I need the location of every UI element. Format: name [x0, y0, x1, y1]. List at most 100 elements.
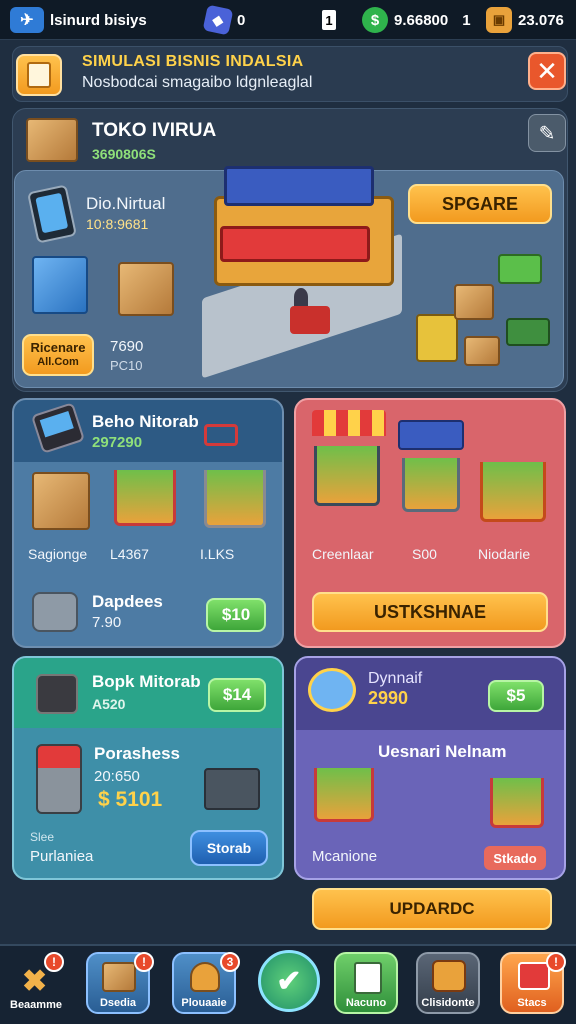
coins-value: 23.076: [518, 11, 564, 29]
cash-register-icon: [36, 744, 82, 814]
nav-item-confirm[interactable]: ✔: [258, 950, 320, 1012]
shop-boxes-icon: [26, 118, 78, 162]
dynamic-value: 2990: [368, 688, 409, 708]
bake-cart-red-icon: [114, 470, 176, 526]
gears-icon: [308, 668, 356, 712]
coins-counter[interactable]: ▣ 23.076: [486, 6, 564, 34]
market-cart-orange-icon: [480, 462, 546, 522]
blue-awning-icon: [398, 420, 464, 450]
cash-level: 1: [462, 11, 471, 29]
dynamic-subtitle: Uesnari Nelnam: [378, 742, 507, 761]
page-subtitle: Nosbodcai smagaibo ldgnleaglal: [82, 74, 313, 91]
plane-icon: ✈: [10, 7, 44, 33]
gems-value: 0: [237, 11, 246, 29]
box-icon: [102, 962, 136, 992]
printer-icon: [36, 674, 78, 714]
cash-value: 9.66800: [394, 11, 449, 29]
dynamic-price-button[interactable]: $5: [488, 680, 544, 712]
market-label-c: Niodarie: [478, 546, 531, 562]
book-item-value: 20:650: [94, 768, 140, 785]
bake-price-label: $10: [221, 605, 251, 624]
dynamic-tag[interactable]: Stkado: [484, 846, 546, 870]
market-label-a: Creenlaar: [312, 546, 374, 562]
bake-price-button[interactable]: $10: [206, 598, 266, 632]
book-item-price: $ 5101: [98, 788, 163, 811]
nav-label-1: Dsedia: [99, 997, 137, 1009]
cardboard-box-icon: [118, 262, 174, 316]
bake-label-a: Sagionge: [28, 546, 88, 562]
gems-counter[interactable]: ◆ 0: [202, 4, 246, 36]
nav-label-6: Stacs: [517, 997, 547, 1009]
shop-name: TOKO IVIRUA: [92, 120, 217, 141]
dynamic-cart-left-icon: [314, 768, 374, 822]
coin-chest-icon: ▣: [486, 7, 512, 33]
blue-crate-icon: [32, 256, 88, 314]
market-action-button[interactable]: USTKSHNAE: [312, 592, 548, 632]
nav-badge-1: !: [134, 952, 154, 972]
app-name-group: ✈ lsinurd bisiys: [10, 6, 147, 34]
nav-label-5: Clisidonte: [421, 997, 475, 1009]
market-cart-blue-icon: [402, 458, 460, 512]
bake-cart-food-icon: [204, 470, 266, 528]
awning-icon: [312, 410, 386, 436]
bake-item-title: Dapdees: [92, 592, 163, 611]
cash-icon: $: [362, 7, 388, 33]
safe-icon: [32, 592, 78, 632]
camera-icon: [432, 960, 466, 992]
close-button[interactable]: ✕: [528, 52, 566, 90]
level-indicator: 1: [322, 6, 336, 34]
book-action-button[interactable]: Storab: [190, 830, 268, 866]
rename-button[interactable]: Ricenare All.Com: [22, 334, 94, 376]
shop-icon: [518, 962, 550, 990]
report-icon: [354, 962, 382, 994]
book-action-label: Storab: [206, 840, 252, 856]
book-value: A520: [92, 696, 126, 712]
wrench-icon: ✎: [538, 122, 556, 145]
rename-label: Ricenare: [30, 340, 86, 355]
page-title: SIMULASI BISNIS INDALSIA: [82, 53, 304, 70]
nav-badge-0: !: [44, 952, 64, 972]
device-value: 10:8:9681: [86, 216, 149, 232]
nav-label-4: Nacuno: [345, 997, 387, 1009]
shop-upgrade-button[interactable]: SPGARE: [408, 184, 552, 224]
book-item-title: Porashess: [94, 744, 180, 763]
close-icon: ✕: [536, 55, 558, 86]
market-action-label: USTKSHNAE: [373, 601, 486, 622]
dynamic-price-label: $5: [506, 686, 526, 705]
goods-pile-illustration: [414, 244, 554, 374]
card-bake-title: Beho Nitorab: [92, 412, 199, 431]
upgrade-button[interactable]: UPDARDC: [312, 888, 552, 930]
store-illustration: [194, 156, 406, 379]
gem-icon: ◆: [202, 4, 234, 36]
book-title: Bopk Mitorab: [92, 672, 201, 691]
nav-badge-6: !: [546, 952, 566, 972]
rename-sublabel: All.Com: [37, 356, 79, 368]
store-front-icon: [190, 962, 220, 992]
book-side-label-b: Purlaniea: [30, 848, 94, 865]
nav-label-2: Plouaaie: [181, 997, 227, 1009]
basket-icon: [204, 768, 260, 810]
bake-box-icon: [32, 472, 90, 530]
nav-label-0: Beaamme: [10, 999, 62, 1011]
book-price-button[interactable]: $14: [208, 678, 266, 712]
nav-item-clisidonte[interactable]: Clisidonte: [416, 952, 480, 1014]
market-cart-fruit-icon: [314, 446, 380, 506]
nav-item-nacuno[interactable]: Nacuno: [334, 952, 398, 1014]
bake-label-c: I.LKS: [200, 546, 235, 562]
bake-label-b: L4367: [110, 546, 149, 562]
cart-small-icon: [204, 424, 238, 446]
upgrade-label: UPDARDC: [389, 899, 475, 918]
app-name: lsinurd bisiys: [50, 11, 147, 29]
nav-badge-2: 3: [220, 952, 240, 972]
book-price-label: $14: [222, 685, 252, 704]
store-icon: [16, 54, 62, 96]
dynamic-title: Dynnaif: [368, 670, 423, 687]
shop-stat-value: 7690: [110, 338, 144, 355]
dynamic-cart-right-icon: [490, 778, 544, 828]
cash-counter[interactable]: $ 9.66800 1: [362, 6, 471, 34]
settings-button[interactable]: ✎: [528, 114, 566, 152]
card-bake-value: 297290: [92, 434, 143, 451]
dynamic-side-label: Mcanione: [312, 848, 378, 865]
check-icon: ✔: [276, 964, 302, 998]
shop-value: 3690806S: [92, 146, 156, 162]
